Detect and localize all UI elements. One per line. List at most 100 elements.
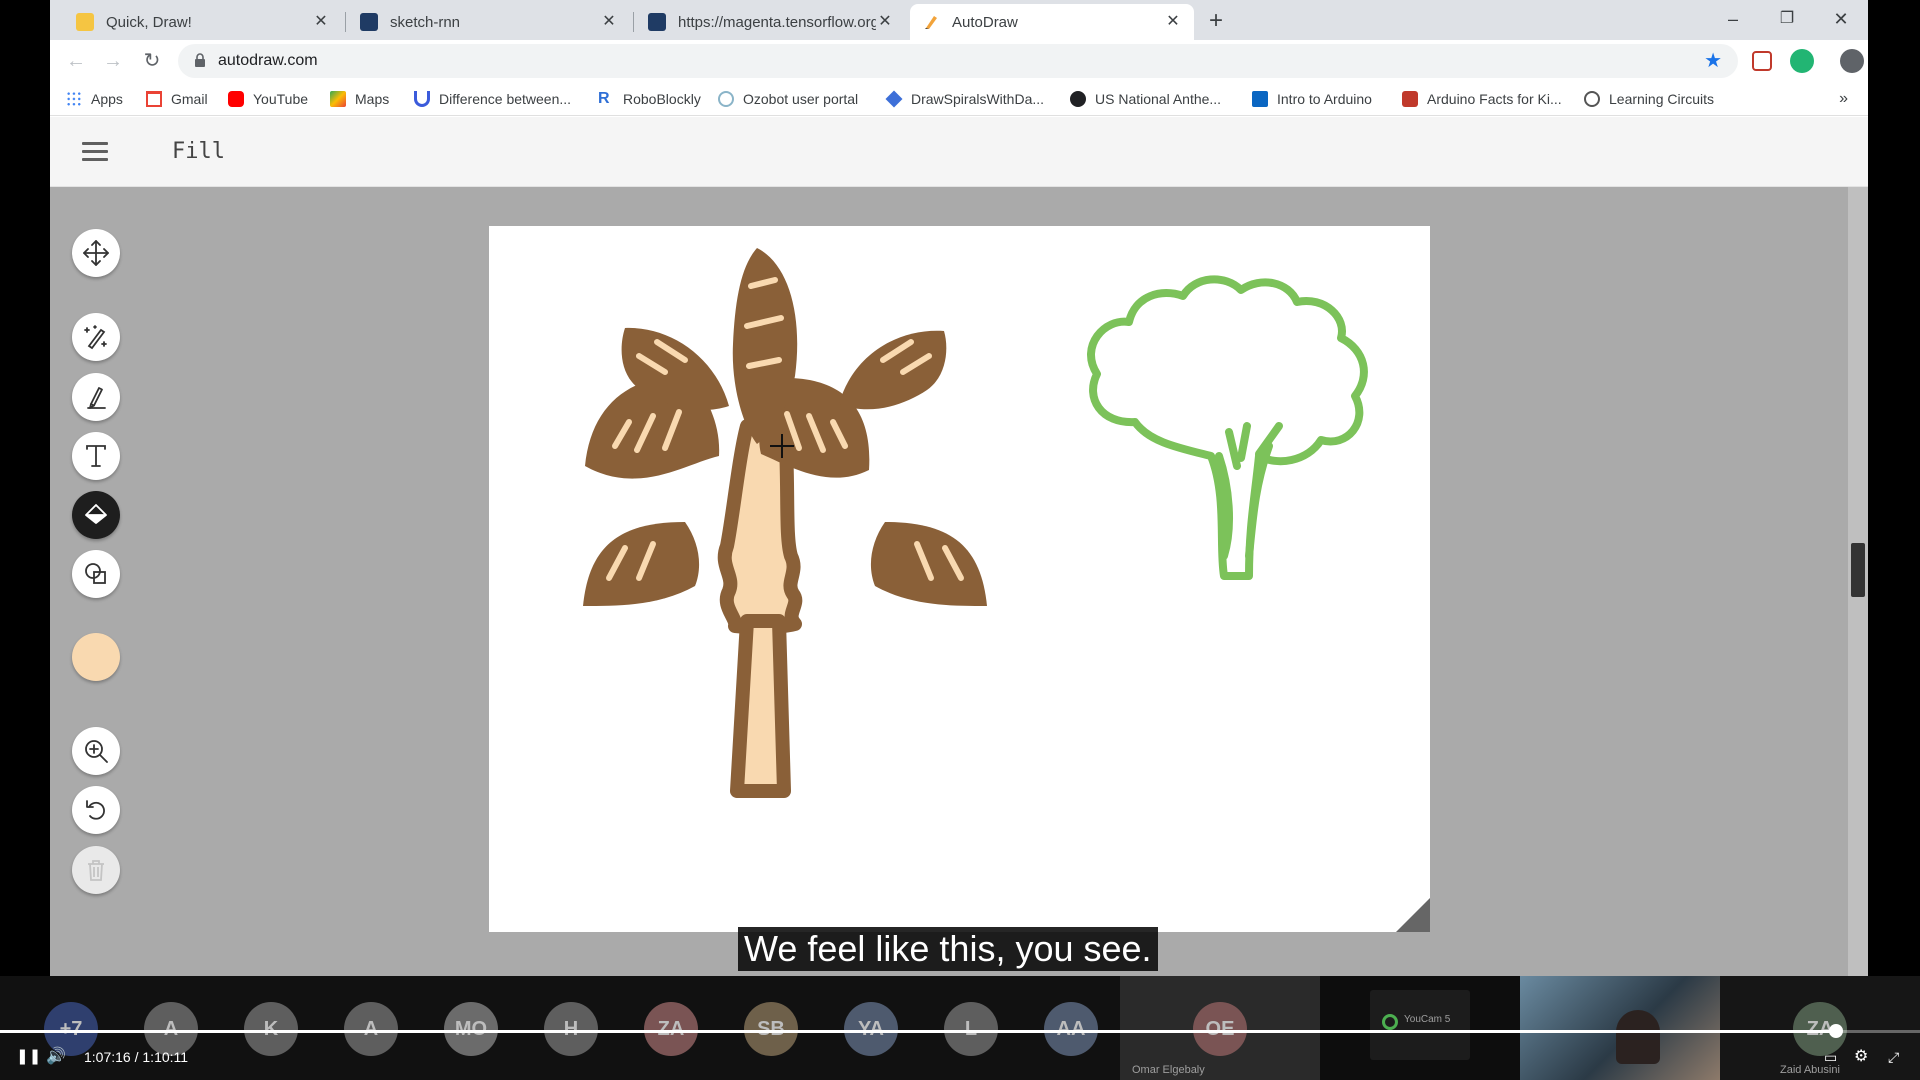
linkedin-icon bbox=[1252, 91, 1268, 107]
tab-divider bbox=[633, 12, 634, 32]
bookmark-star-icon[interactable]: ★ bbox=[1704, 44, 1722, 78]
bookmarks-bar: Apps Gmail YouTube Maps Difference betwe… bbox=[50, 82, 1868, 116]
tab-autodraw[interactable]: AutoDraw ✕ bbox=[910, 4, 1194, 40]
bookmark-drawspirals[interactable]: DrawSpiralsWithDa... bbox=[885, 82, 1045, 116]
close-icon[interactable]: ✕ bbox=[312, 13, 330, 31]
fill-tool-button[interactable] bbox=[72, 491, 120, 539]
bookmark-roboblockly[interactable]: R RoboBlockly bbox=[598, 82, 701, 116]
color-picker-button[interactable] bbox=[72, 633, 120, 681]
drawing-canvas[interactable] bbox=[489, 226, 1430, 932]
bookmark-difference[interactable]: Difference between... bbox=[414, 82, 571, 116]
ozobot-icon bbox=[718, 91, 734, 107]
autodraw-favicon-icon bbox=[922, 13, 940, 31]
text-tool-button[interactable] bbox=[72, 432, 120, 480]
minimize-player-icon[interactable]: ⤢ bbox=[1888, 1040, 1899, 1074]
u-logo-icon bbox=[414, 91, 430, 107]
magenta-favicon-icon bbox=[360, 13, 378, 31]
bookmark-label: Maps bbox=[355, 91, 390, 107]
arduino-facts-icon bbox=[1402, 91, 1418, 107]
bookmark-label: Arduino Facts for Ki... bbox=[1427, 91, 1562, 107]
tab-title: Quick, Draw! bbox=[106, 13, 192, 31]
undo-icon bbox=[86, 800, 105, 820]
roboblockly-icon: R bbox=[598, 90, 610, 107]
fill-icon bbox=[85, 504, 107, 524]
bookmark-label: YouTube bbox=[253, 91, 309, 107]
bookmark-label: Intro to Arduino bbox=[1277, 91, 1372, 107]
tab-title: sketch-rnn bbox=[390, 13, 461, 31]
hamburger-menu-icon[interactable] bbox=[82, 142, 108, 162]
bookmark-youtube[interactable]: YouTube bbox=[228, 82, 308, 116]
zoom-icon bbox=[85, 740, 108, 763]
bookmark-label: Ozobot user portal bbox=[743, 91, 859, 107]
bookmark-anthem[interactable]: US National Anthe... bbox=[1070, 82, 1221, 116]
bookmark-arduino-facts[interactable]: Arduino Facts for Ki... bbox=[1402, 82, 1562, 116]
video-controls: ❚❚ 🔊 1:07:16 / 1:10:11 ▭ ⚙ ⤢ bbox=[0, 1040, 1920, 1074]
tab-strip: Quick, Draw! ✕ sketch-rnn ✕ https://mage… bbox=[50, 0, 1868, 40]
undo-button[interactable] bbox=[72, 786, 120, 834]
autodraw-icon bbox=[84, 325, 107, 350]
move-tool-button[interactable] bbox=[72, 229, 120, 277]
bookmark-label: RoboBlockly bbox=[623, 91, 701, 107]
video-progress-bar[interactable] bbox=[0, 1024, 1920, 1038]
youcam-logo-icon bbox=[1382, 1014, 1398, 1030]
text-icon bbox=[86, 445, 106, 467]
screen: Quick, Draw! ✕ sketch-rnn ✕ https://mage… bbox=[0, 0, 1920, 1080]
tab-quick-draw[interactable]: Quick, Draw! ✕ bbox=[64, 4, 342, 40]
close-icon[interactable]: ✕ bbox=[1164, 13, 1182, 31]
pause-button[interactable]: ❚❚ bbox=[16, 1040, 41, 1074]
canvas-resize-handle[interactable] bbox=[1396, 898, 1430, 932]
bookmarks-overflow-button[interactable]: » bbox=[1839, 82, 1848, 116]
palm-tree-drawing bbox=[583, 248, 987, 798]
broccoli-tree-drawing bbox=[1087, 275, 1368, 580]
restore-button[interactable]: ❐ bbox=[1764, 4, 1810, 34]
settings-gear-icon[interactable]: ⚙ bbox=[1854, 1040, 1868, 1074]
bookmark-learning-circuits[interactable]: Learning Circuits bbox=[1584, 82, 1714, 116]
video-caption: We feel like this, you see. bbox=[738, 927, 1158, 971]
shape-tool-button[interactable] bbox=[72, 550, 120, 598]
bookmark-label: Learning Circuits bbox=[1609, 91, 1715, 107]
close-window-button[interactable]: ✕ bbox=[1818, 4, 1864, 34]
bookmark-intro-arduino[interactable]: Intro to Arduino bbox=[1252, 82, 1372, 116]
maps-icon bbox=[330, 91, 346, 107]
captions-icon[interactable]: ▭ bbox=[1824, 1040, 1837, 1074]
youtube-icon bbox=[228, 91, 244, 107]
globe-icon bbox=[1584, 91, 1600, 107]
browser-toolbar: ← → ↻ autodraw.com ★ bbox=[50, 40, 1868, 82]
minimize-button[interactable]: – bbox=[1710, 4, 1756, 34]
bookmark-label: DrawSpiralsWithDa... bbox=[911, 91, 1045, 107]
lock-icon bbox=[195, 53, 205, 67]
app-header: Fill bbox=[50, 117, 1868, 187]
apps-grid-icon bbox=[66, 91, 82, 107]
new-tab-button[interactable]: + bbox=[1202, 8, 1230, 36]
reload-button[interactable]: ↻ bbox=[137, 46, 167, 76]
duration: 1:10:11 bbox=[142, 1049, 189, 1065]
volume-icon[interactable]: 🔊 bbox=[46, 1040, 66, 1074]
magenta-favicon-icon bbox=[648, 13, 666, 31]
video-progress-fill bbox=[0, 1030, 1836, 1033]
tab-sketch-rnn[interactable]: sketch-rnn ✕ bbox=[348, 4, 630, 40]
tab-magenta[interactable]: https://magenta.tensorflow.org/a ✕ bbox=[636, 4, 906, 40]
address-bar[interactable]: autodraw.com ★ bbox=[178, 44, 1738, 78]
video-scrubber-handle[interactable] bbox=[1829, 1024, 1843, 1038]
close-icon[interactable]: ✕ bbox=[600, 13, 618, 31]
bookmark-label: Difference between... bbox=[439, 91, 572, 107]
browser-window: Quick, Draw! ✕ sketch-rnn ✕ https://mage… bbox=[50, 0, 1868, 976]
bookmark-gmail[interactable]: Gmail bbox=[146, 82, 208, 116]
autodraw-tool-button[interactable] bbox=[72, 313, 120, 361]
tab-title: https://magenta.tensorflow.org/a bbox=[678, 13, 876, 31]
delete-button[interactable] bbox=[72, 846, 120, 894]
forward-button[interactable]: → bbox=[98, 46, 128, 76]
bookmark-maps[interactable]: Maps bbox=[330, 82, 389, 116]
grammarly-extension-icon[interactable] bbox=[1790, 49, 1814, 73]
close-icon[interactable]: ✕ bbox=[876, 13, 894, 31]
current-time: 1:07:16 bbox=[84, 1049, 131, 1065]
zoom-button[interactable] bbox=[72, 727, 120, 775]
profile-icon[interactable] bbox=[1840, 49, 1864, 73]
bookmark-ozobot[interactable]: Ozobot user portal bbox=[718, 82, 858, 116]
back-button[interactable]: ← bbox=[61, 46, 91, 76]
move-icon bbox=[83, 240, 109, 266]
pocket-extension-icon[interactable] bbox=[1752, 51, 1772, 71]
scrollbar-thumb[interactable] bbox=[1851, 543, 1865, 597]
bookmark-apps[interactable]: Apps bbox=[66, 82, 123, 116]
draw-tool-button[interactable] bbox=[72, 373, 120, 421]
